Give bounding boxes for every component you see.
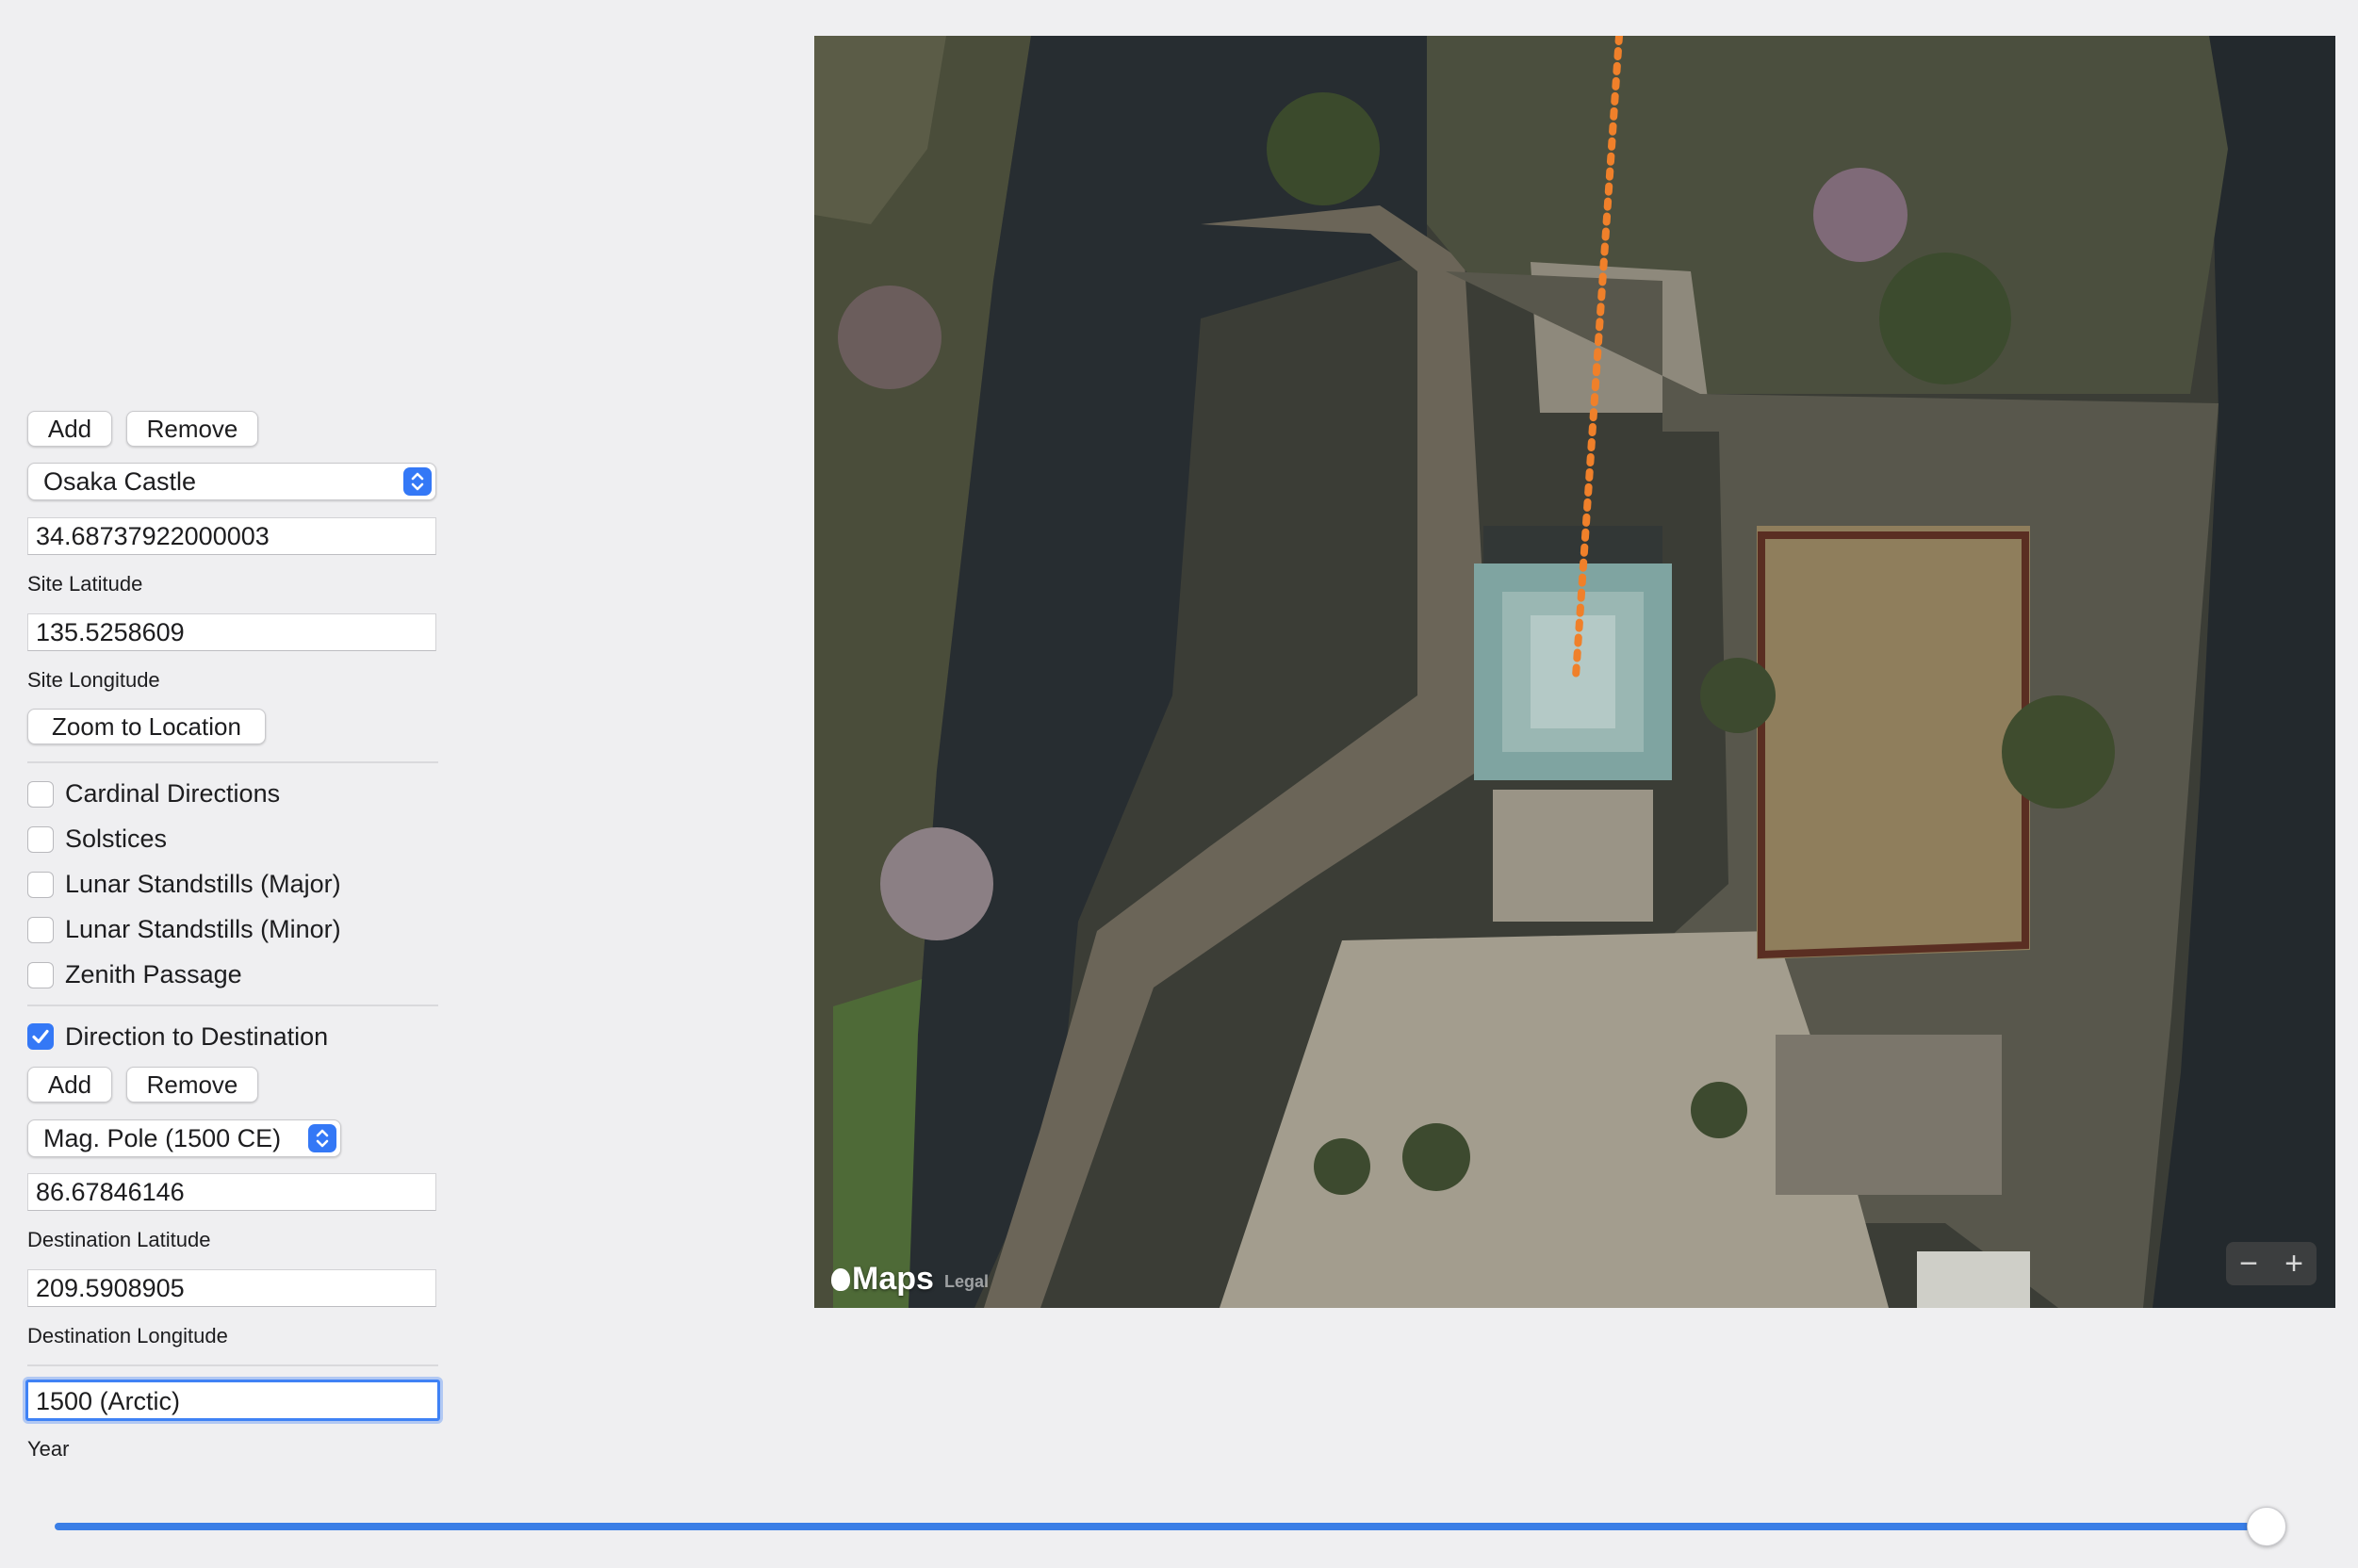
lunar-minor-checkbox[interactable] [27, 917, 54, 943]
cardinal-directions-checkbox[interactable] [27, 781, 54, 808]
site-select-value: Osaka Castle [43, 467, 197, 496]
cardinal-directions-label: Cardinal Directions [65, 779, 281, 808]
add-site-button[interactable]: Add [27, 411, 112, 447]
zenith-passage-checkbox[interactable] [27, 962, 54, 988]
lunar-minor-label: Lunar Standstills (Minor) [65, 915, 341, 943]
site-longitude-field[interactable]: 135.5258609 [27, 613, 436, 651]
direction-to-destination-label: Direction to Destination [65, 1022, 329, 1051]
site-longitude-caption: Site Longitude [27, 668, 160, 692]
solstices-label: Solstices [65, 825, 168, 853]
destination-longitude-caption: Destination Longitude [27, 1324, 228, 1348]
checkmark-icon [32, 1029, 49, 1044]
separator [27, 1004, 438, 1006]
lunar-major-checkbox[interactable] [27, 872, 54, 898]
year-slider-track[interactable] [55, 1523, 2266, 1530]
solstices-checkbox[interactable] [27, 826, 54, 853]
chevron-updown-icon [403, 467, 432, 496]
site-select[interactable]: Osaka Castle [27, 463, 436, 500]
destination-select-value: Mag. Pole (1500 CE) [43, 1124, 282, 1152]
destination-latitude-caption: Destination Latitude [27, 1228, 211, 1251]
site-latitude-field[interactable]: 34.68737922000003 [27, 517, 436, 555]
zoom-to-location-button[interactable]: Zoom to Location [27, 709, 266, 744]
zoom-controls: − + [2226, 1242, 2317, 1285]
remove-site-button[interactable]: Remove [126, 411, 258, 447]
satellite-map[interactable]: Maps Legal − + [814, 36, 2335, 1308]
year-slider-knob[interactable] [2247, 1507, 2286, 1546]
apple-logo-icon [831, 1268, 850, 1291]
direction-line [1572, 36, 1623, 680]
add-destination-button[interactable]: Add [27, 1067, 112, 1102]
site-latitude-caption: Site Latitude [27, 572, 143, 596]
year-caption: Year [27, 1437, 70, 1461]
year-field[interactable]: 1500 (Arctic) [25, 1380, 440, 1421]
zoom-out-button[interactable]: − [2226, 1242, 2271, 1285]
legal-link[interactable]: Legal [944, 1272, 989, 1292]
destination-select[interactable]: Mag. Pole (1500 CE) [27, 1119, 341, 1157]
destination-latitude-field[interactable]: 86.67846146 [27, 1173, 436, 1211]
separator [27, 1364, 438, 1366]
maps-brand: Maps [831, 1261, 934, 1298]
lunar-major-label: Lunar Standstills (Major) [65, 870, 341, 898]
separator [27, 761, 438, 763]
zoom-in-button[interactable]: + [2271, 1242, 2317, 1285]
remove-destination-button[interactable]: Remove [126, 1067, 258, 1102]
zenith-passage-label: Zenith Passage [65, 960, 242, 988]
destination-longitude-field[interactable]: 209.5908905 [27, 1269, 436, 1307]
chevron-updown-icon [308, 1124, 336, 1152]
direction-to-destination-checkbox[interactable] [27, 1023, 54, 1050]
